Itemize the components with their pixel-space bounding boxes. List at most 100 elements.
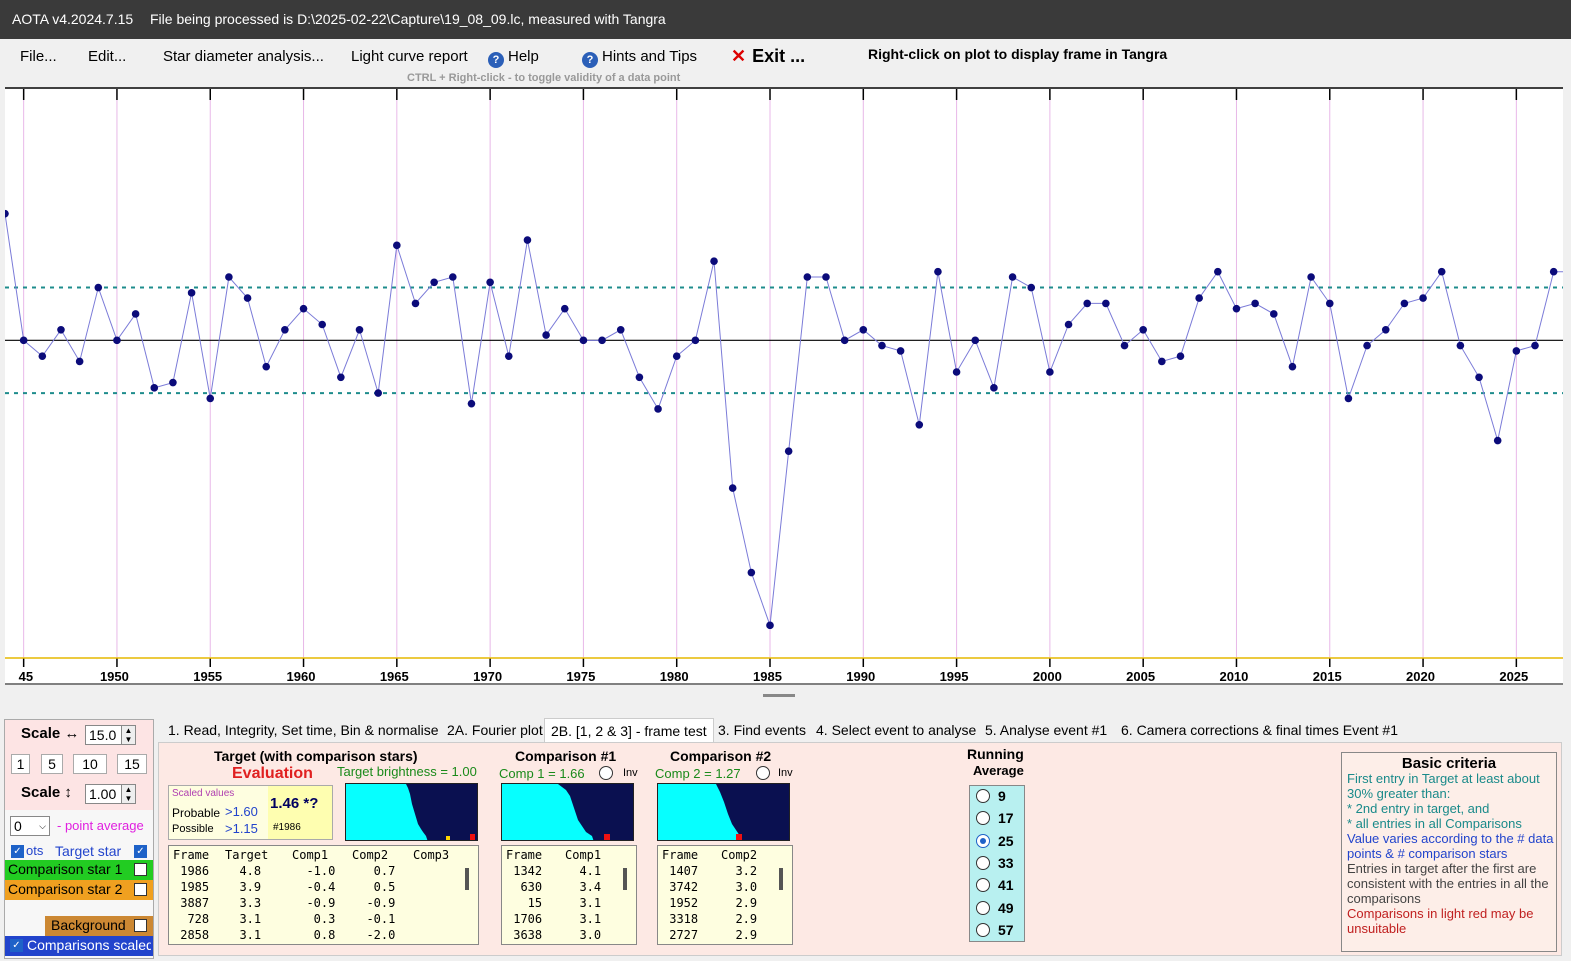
table-cell: 3.9 — [225, 880, 262, 894]
app-version: AOTA v4.2024.7.15 — [12, 11, 134, 27]
comp2-checkbox[interactable] — [134, 883, 147, 896]
running-average-options: 9 17 25 33 41 49 57 — [969, 785, 1025, 942]
point-average-row: 0 ⌵ - point average — [5, 816, 153, 836]
running-average-option-41[interactable]: 41 — [976, 877, 1026, 897]
running-average-option-57[interactable]: 57 — [976, 922, 1026, 942]
tab-fourier-plot[interactable]: 2A. Fourier plot — [441, 718, 549, 742]
data-point — [971, 336, 980, 345]
x-tick-label: 1995 — [940, 669, 969, 684]
data-point — [486, 278, 494, 287]
menu-star-diameter[interactable]: Star diameter analysis... — [163, 48, 324, 65]
comp1-table-scrollbar[interactable] — [623, 868, 627, 890]
scaled-checkbox[interactable]: ✓ — [10, 939, 23, 952]
scale-btn-5[interactable]: 5 — [41, 754, 63, 774]
data-point — [19, 336, 28, 345]
data-point — [598, 336, 606, 345]
running-average-option-9[interactable]: 9 — [976, 788, 1026, 808]
tab-select-event[interactable]: 4. Select event to analyse — [810, 718, 982, 742]
exit-label: Exit ... — [752, 46, 806, 66]
scale-btn-1[interactable]: 1 — [11, 754, 30, 774]
data-point — [1083, 299, 1092, 308]
data-point — [654, 405, 662, 413]
target-star-checkbox[interactable]: ✓ — [134, 845, 147, 858]
comp1-checkbox[interactable] — [134, 863, 147, 876]
splitter-handle[interactable] — [763, 694, 795, 697]
comp2-row: Comparison star 2 — [5, 880, 153, 900]
scale-h-input[interactable]: 15.0 — [85, 725, 125, 745]
data-point — [579, 336, 588, 345]
menu-edit[interactable]: Edit... — [88, 48, 126, 65]
table-cell: 4.1 — [565, 864, 602, 878]
data-point — [337, 373, 345, 382]
menu-file[interactable]: File... — [20, 48, 57, 65]
point-average-value: 0 — [14, 818, 22, 834]
light-curve-chart[interactable]: 45 1950 1955 1960 1965 1970 1975 1980 1985 1990 19… — [5, 87, 1563, 685]
running-average-option-17[interactable]: 17 — [976, 810, 1026, 830]
comp2-table: Frame Comp2 1407 3.2 3742 3.0 1952 2.9 3… — [657, 845, 793, 945]
comp2-inv-radio[interactable] — [756, 766, 770, 780]
scale-v-input[interactable]: 1.00 — [85, 784, 125, 804]
point-average-select[interactable]: 0 ⌵ — [10, 816, 50, 836]
running-average-option-33[interactable]: 33 — [976, 855, 1026, 875]
scaled-label: Comparisons scaled — [27, 937, 151, 953]
light-curve-plot[interactable]: 45 1950 1955 1960 1965 1970 1975 1980 1985 1990 19… — [5, 87, 1563, 685]
data-point — [281, 325, 289, 334]
data-point — [169, 378, 177, 387]
menu-light-curve-report[interactable]: Light curve report — [351, 48, 468, 65]
running-average-title-2: Average — [973, 763, 1024, 778]
data-point — [822, 273, 830, 281]
scale-btn-10[interactable]: 10 — [73, 754, 107, 774]
x-tick-label: 1960 — [287, 669, 316, 684]
tab-read-integrity[interactable]: 1. Read, Integrity, Set time, Bin & norm… — [162, 718, 445, 742]
table-cell: -2.0 — [352, 928, 396, 942]
scale-btn-15[interactable]: 15 — [117, 754, 147, 774]
tab-analyse-event[interactable]: 5. Analyse event #1 — [979, 718, 1113, 742]
data-point — [523, 236, 532, 244]
data-point — [990, 384, 998, 392]
comp1-inv-radio[interactable] — [599, 766, 613, 780]
menu-help[interactable]: ? Help — [488, 48, 539, 68]
tab-camera-corrections[interactable]: 6. Camera corrections & final times Even… — [1115, 718, 1404, 742]
menu-hints[interactable]: ? Hints and Tips — [582, 48, 697, 68]
comp2-value: Comp 2 = 1.27 — [655, 766, 741, 781]
background-checkbox[interactable] — [134, 919, 147, 932]
col-target: Target — [225, 848, 269, 862]
table-cell: 1342 — [506, 864, 543, 878]
exit-button[interactable]: ✕ Exit ... — [731, 46, 805, 67]
scale-h-spinner[interactable]: ▲ ▼ — [121, 725, 136, 745]
data-point — [1325, 299, 1334, 308]
table-cell: -1.0 — [292, 864, 336, 878]
result-value: 1.46 *? — [270, 795, 319, 812]
tab-frame-test[interactable]: 2B. [1, 2 & 3] - frame test — [544, 718, 714, 743]
option-label: 41 — [998, 877, 1014, 893]
tab-find-events[interactable]: 3. Find events — [712, 718, 812, 742]
tab-strip: 1. Read, Integrity, Set time, Bin & norm… — [158, 718, 1558, 743]
table-cell: 3.1 — [565, 896, 602, 910]
data-point — [635, 373, 644, 382]
data-point — [1344, 394, 1353, 403]
data-point — [504, 352, 513, 360]
running-average-option-49[interactable]: 49 — [976, 900, 1026, 920]
table-cell: -0.4 — [292, 880, 336, 894]
comp1-row: Comparison star 1 — [5, 860, 153, 880]
data-point — [75, 357, 84, 366]
dots-checkbox[interactable]: ✓ — [11, 845, 24, 858]
scale-v-spinner[interactable]: ▲ ▼ — [121, 784, 136, 804]
data-point — [1307, 273, 1315, 281]
data-point — [113, 336, 121, 345]
table-cell: 728 — [173, 912, 210, 926]
target-histogram — [345, 783, 478, 841]
data-point — [131, 310, 140, 318]
possible-label: Possible — [172, 823, 214, 835]
data-point — [1158, 357, 1166, 366]
running-average-option-25[interactable]: 25 — [976, 833, 1026, 853]
comp2-table-scrollbar[interactable] — [779, 868, 783, 890]
comp2-histogram — [657, 783, 790, 841]
data-point — [1102, 299, 1110, 308]
option-label: 33 — [998, 855, 1014, 871]
target-table-scrollbar[interactable] — [465, 868, 469, 890]
criteria-line-2: * 2nd entry in target, and — [1347, 801, 1490, 816]
frame-ref: #1986 — [273, 822, 301, 833]
data-point — [934, 267, 942, 276]
data-point — [710, 257, 718, 265]
